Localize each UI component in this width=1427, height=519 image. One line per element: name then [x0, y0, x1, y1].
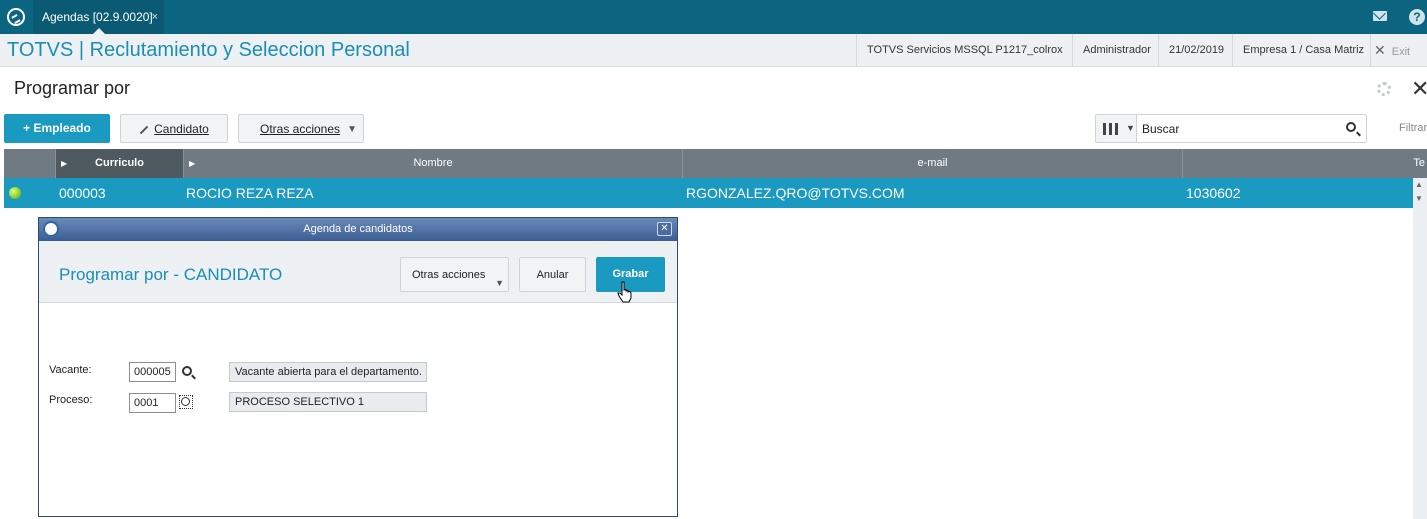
add-empleado-button[interactable]: + Empleado [4, 114, 110, 143]
dialog-close-icon[interactable]: ✕ [657, 222, 672, 236]
vertical-scrollbar[interactable]: ▲ ▼ [1413, 178, 1427, 519]
filter-link[interactable]: Filtrar [1399, 122, 1427, 134]
grid-header: ▶ Curriculo ▶ Nombre e-mail Te [4, 149, 1427, 178]
proceso-label: Proceso: [49, 394, 93, 406]
anular-button[interactable]: Anular [519, 257, 586, 292]
proceso-lookup-icon[interactable] [179, 395, 193, 409]
proceso-input[interactable]: 0001 [129, 393, 176, 413]
hand-cursor-icon [617, 281, 632, 303]
totvs-logo-icon[interactable] [7, 8, 25, 26]
candidato-button[interactable]: Candidato [120, 114, 228, 143]
app-header: TOTVS | Reclutamiento y Seleccion Person… [0, 34, 1427, 67]
column-header-email[interactable]: e-mail [683, 149, 1183, 178]
cell-telefono: 1030602 [1186, 185, 1241, 201]
table-row[interactable]: 000003 ROCIO REZA REZA RGONZALEZ.QRO@TOT… [4, 178, 1413, 208]
user-info[interactable]: Administrador [1072, 34, 1161, 67]
dialog-otras-label: Otras acciones [412, 269, 486, 281]
dialog-title: Agenda de candidatos [303, 223, 413, 235]
company-info[interactable]: Empresa 1 / Casa Matriz [1232, 34, 1374, 67]
status-green-icon [9, 187, 21, 199]
dialog-header: Programar por - CANDIDATO Otras acciones… [39, 241, 677, 303]
columns-selector-icon[interactable]: ▼ [1096, 115, 1137, 142]
grid-header-status [4, 149, 56, 178]
close-page-icon[interactable]: ✕ [1411, 76, 1427, 102]
sort-arrow-icon: ▶ [189, 159, 196, 168]
exit-label: Exit [1391, 46, 1411, 58]
help-icon[interactable]: ? [1409, 9, 1425, 25]
dialog-heading: Programar por - CANDIDATO [59, 265, 283, 284]
mail-icon[interactable] [1373, 11, 1387, 21]
vacante-description: Vacante abierta para el departamento. [229, 362, 427, 382]
dialog-logo-icon [43, 221, 59, 237]
scroll-up-icon[interactable]: ▲ [1415, 180, 1423, 189]
cell-nombre: ROCIO REZA REZA [186, 185, 314, 201]
agenda-dialog: Agenda de candidatos ✕ Programar por - C… [38, 217, 678, 517]
column-header-nombre[interactable]: ▶ Nombre [184, 149, 683, 178]
close-icon: ✕ [1374, 42, 1386, 58]
top-bar: Agendas [02.9.0020] × ? [0, 0, 1427, 34]
proceso-description: PROCESO SELECTIVO 1 [229, 392, 427, 412]
gear-icon[interactable] [1377, 82, 1391, 96]
date-info[interactable]: 21/02/2019 [1158, 34, 1234, 67]
sort-arrow-icon: ▶ [61, 159, 68, 168]
vacante-search-icon[interactable] [182, 366, 192, 376]
tab-agendas[interactable]: Agendas [02.9.0020] × [33, 0, 164, 34]
caret-down-icon: ▼ [495, 278, 504, 288]
search-input[interactable] [1142, 121, 1332, 137]
otras-acciones-label: Otras acciones [260, 122, 341, 136]
search-box: ▼ [1095, 114, 1367, 143]
caret-down-icon: ▼ [347, 124, 357, 135]
column-header-telefono[interactable]: Te [1183, 149, 1427, 178]
page-title: Programar por [14, 78, 131, 98]
pencil-icon [139, 125, 149, 135]
vacante-label: Vacante: [49, 364, 92, 376]
column-header-curriculo[interactable]: ▶ Curriculo [56, 149, 184, 178]
vacante-input[interactable]: 000005 [129, 362, 176, 382]
cell-curriculo: 000003 [59, 185, 106, 201]
tab-label: Agendas [02.9.0020] [42, 10, 153, 24]
app-title: TOTVS | Reclutamiento y Seleccion Person… [7, 39, 410, 61]
scroll-down-icon[interactable]: ▼ [1415, 194, 1423, 203]
exit-button[interactable]: ✕ Exit [1374, 34, 1410, 67]
dialog-titlebar[interactable]: Agenda de candidatos ✕ [39, 218, 677, 241]
candidato-label: Candidato [154, 122, 209, 136]
dialog-otras-acciones-button[interactable]: Otras acciones ▼ [400, 257, 509, 292]
search-icon[interactable] [1346, 122, 1356, 132]
otras-acciones-button[interactable]: Otras acciones ▼ [238, 114, 364, 143]
tab-close-icon[interactable]: × [152, 0, 158, 34]
environment-info[interactable]: TOTVS Servicios MSSQL P1217_colrox [856, 34, 1073, 67]
cell-email: RGONZALEZ.QRO@TOTVS.COM [686, 185, 905, 201]
